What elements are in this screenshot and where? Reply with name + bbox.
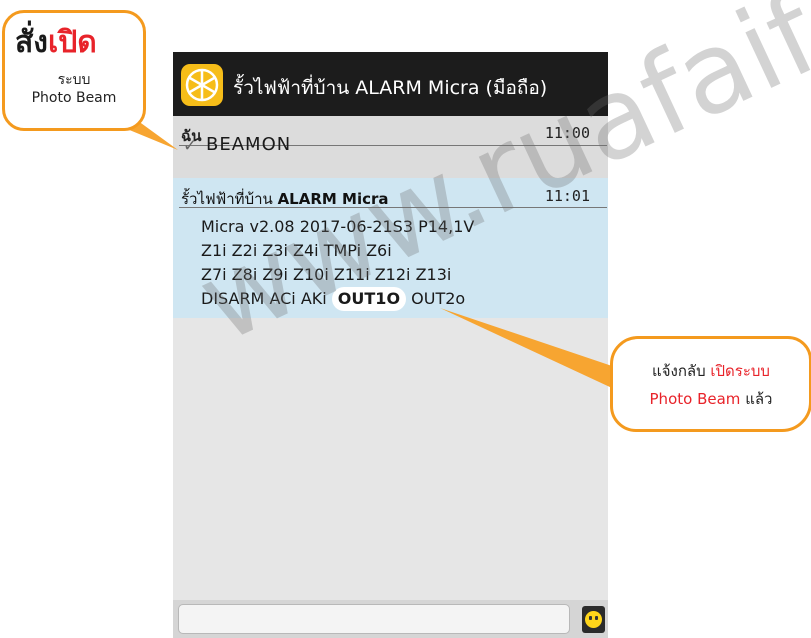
photo-beam-app-icon (181, 64, 223, 106)
reply-status-suffix: OUT2o (411, 289, 466, 308)
message-composer (173, 600, 608, 638)
callout-system: ระบบ (57, 72, 91, 88)
callout-photo-beam: Photo Beam (31, 90, 117, 106)
reply-callout-notify: แจ้งกลับ (652, 362, 706, 380)
command-callout: สั่งเปิด ระบบ Photo Beam (2, 10, 146, 131)
chat-title: รั้วไฟฟ้าที่บ้าน ALARM Micra (มือถือ) (233, 77, 548, 99)
reply-callout-photo-beam: Photo Beam (649, 390, 741, 408)
check-icon: ✓ (183, 136, 198, 156)
message-input[interactable] (178, 604, 570, 634)
reply-callout-done: แล้ว (745, 390, 773, 408)
callout-heading: สั่งเปิด (15, 19, 97, 66)
reply-callout-open-system: เปิดระบบ (710, 362, 770, 380)
reply-callout: แจ้งกลับ เปิดระบบ Photo Beam แล้ว (610, 336, 811, 432)
callout-word-command: สั่ง (15, 25, 48, 60)
callout-word-open: เปิด (47, 25, 97, 60)
outgoing-text: BEAMON (206, 134, 292, 155)
emoji-button[interactable] (582, 606, 605, 633)
reply-callout-line1: แจ้งกลับ เปิดระบบ (613, 359, 809, 383)
reply-callout-line2: Photo Beam แล้ว (613, 387, 809, 411)
incoming-sender-name: รั้วไฟฟ้าที่บ้าน (181, 190, 273, 208)
smiley-icon (585, 611, 602, 628)
